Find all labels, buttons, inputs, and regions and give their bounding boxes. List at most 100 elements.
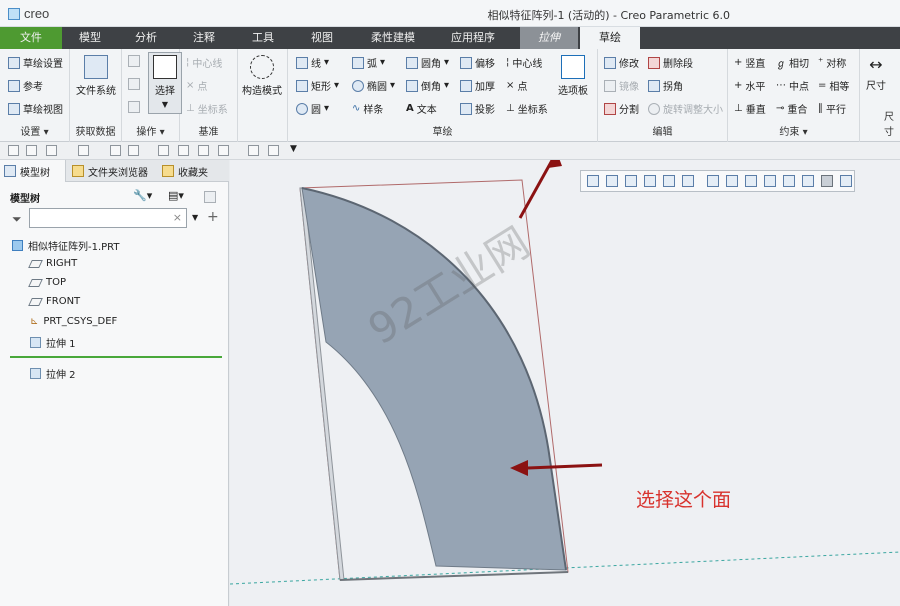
add-icon[interactable]: + [207,209,219,225]
sketch-centerline-button[interactable]: ¦ 中心线 [506,55,542,70]
project-button[interactable]: 投影 [460,101,495,116]
settings-icon[interactable] [248,145,259,156]
text-button[interactable]: A 文本 [406,101,437,116]
clear-search-icon[interactable]: × [173,211,182,224]
references-button[interactable]: 参考 [8,78,43,93]
tree-search-input[interactable]: × [29,208,187,228]
copy-icon[interactable] [128,78,140,90]
constraint-display-icon[interactable] [821,175,833,187]
sketch-coord-sys-button[interactable]: ⊥ 坐标系 [506,101,548,116]
filter-icon[interactable]: ⏷ [12,212,22,227]
offset-button[interactable]: 偏移 [460,55,495,70]
line-button[interactable]: 线 ▾ [296,55,329,70]
customize-qa-icon[interactable]: ▼ [290,144,297,154]
tree-item-extrude-2[interactable]: 拉伸 2 [30,366,76,381]
modify-button[interactable]: 修改 [604,55,639,70]
sketch-view-icon[interactable] [707,175,719,187]
circle-button[interactable]: 圆 ▾ [296,101,329,116]
datum-centerline-button[interactable]: ¦ 中心线 [186,55,222,70]
save-icon[interactable] [26,145,37,156]
horizontal-button[interactable]: + 水平 [734,78,765,93]
datum-point-button[interactable]: × 点 [186,78,207,93]
tree-columns-icon[interactable]: ▤▾ [168,189,184,202]
repaint-icon[interactable] [218,145,229,156]
tab-flexible-modeling[interactable]: 柔性建模 [352,27,434,49]
refit-icon[interactable] [587,175,599,187]
operations-group-label[interactable]: 操作 ▾ [122,123,179,138]
vertex-display-icon[interactable] [840,175,852,187]
zoom-out-icon[interactable] [625,175,637,187]
undo-icon[interactable] [46,145,57,156]
tab-tools[interactable]: 工具 [234,27,292,49]
saved-views-icon[interactable] [682,175,694,187]
regenerate-icon[interactable] [110,145,121,156]
spline-button[interactable]: ∿ 样条 [352,101,383,116]
paste-icon[interactable] [128,101,140,113]
ellipse-button[interactable]: 椭圆 ▾ [352,78,395,93]
search-dropdown-icon[interactable]: ▼ [192,213,198,222]
symmetric-button[interactable]: ⁺ 对称 [818,55,846,70]
tree-item-top[interactable]: TOP [28,277,66,288]
perspective-icon[interactable] [783,175,795,187]
construction-mode-button[interactable]: 构造模式 [242,55,282,97]
tree-filter-settings-icon[interactable] [204,191,216,203]
tree-item-csys[interactable]: ⊾ PRT_CSYS_DEF [30,316,117,327]
tab-folder-browser[interactable]: 文件夹浏览器 [68,160,156,182]
thicken-button[interactable]: 加厚 [460,78,495,93]
tab-analysis[interactable]: 分析 [118,27,174,49]
zoom-in-icon[interactable] [606,175,618,187]
sketch-view-button[interactable]: 草绘视图 [8,101,63,116]
graphics-area[interactable]: 92工业网 选择这个面 [230,160,900,606]
fillet-button[interactable]: 圆角 ▾ [406,55,449,70]
tangent-button[interactable]: ℊ 相切 [776,55,809,70]
corner-button[interactable]: 拐角 [648,78,683,93]
view-icon[interactable] [198,145,209,156]
close-window-icon[interactable] [158,145,169,156]
annotation-display-icon[interactable] [764,175,776,187]
cut-icon[interactable] [128,55,140,67]
dimension-button[interactable]: ↔ 尺寸 [866,55,886,92]
repaint-icon[interactable] [644,175,656,187]
tree-part-node[interactable]: 相似特征阵列-1.PRT [12,238,120,253]
tree-settings-icon[interactable]: 🔧▾ [133,189,152,202]
shading-icon[interactable] [663,175,675,187]
coincident-button[interactable]: ⊸ 重合 [776,101,807,116]
spin-center-icon[interactable] [745,175,757,187]
tree-item-extrude-1[interactable]: 拉伸 1 [30,335,76,350]
sketch-setup-button[interactable]: 草绘设置 [8,55,63,70]
perpendicular-button[interactable]: ⊥ 垂直 [734,101,766,116]
chamfer-button[interactable]: 倒角 ▾ [406,78,449,93]
select-button[interactable]: 选择 ▼ [148,52,182,114]
tree-item-front[interactable]: FRONT [28,296,80,307]
datum-coord-sys-button[interactable]: ⊥ 坐标系 [186,101,228,116]
tab-sketch[interactable]: 草绘 [580,27,640,49]
mirror-button[interactable]: 镜像 [604,78,639,93]
tab-model-tree[interactable]: 模型树 [0,160,66,182]
palette-button[interactable]: 选项板 [558,55,588,97]
tab-annotate[interactable]: 注释 [174,27,234,49]
tab-view[interactable]: 视图 [292,27,352,49]
tree-item-right[interactable]: RIGHT [28,258,77,269]
vertical-button[interactable]: + 竖直 [734,55,765,70]
tab-favorites[interactable]: 收藏夹 [158,160,226,182]
arc-button[interactable]: 弧 ▾ [352,55,385,70]
constrain-group-label[interactable]: 约束 ▾ [728,123,859,138]
equal-button[interactable]: = 相等 [818,78,849,93]
sketcher-display-icon[interactable] [802,175,814,187]
tab-file[interactable]: 文件 [0,27,62,49]
render-icon[interactable] [268,145,279,156]
tab-extrude[interactable]: 拉伸 [520,27,578,49]
delete-segment-button[interactable]: 删除段 [648,55,693,70]
dimension-qa-icon[interactable] [178,145,189,156]
parallel-button[interactable]: ∥ 平行 [818,101,846,116]
file-system-button[interactable]: 文件系统 [76,55,116,97]
redo-icon[interactable] [78,145,89,156]
rectangle-button[interactable]: 矩形 ▾ [296,78,339,93]
rotate-resize-button[interactable]: 旋转调整大小 [648,101,723,116]
new-icon[interactable] [8,145,19,156]
datum-display-icon[interactable] [726,175,738,187]
insert-indicator[interactable] [10,356,222,358]
tab-model[interactable]: 模型 [62,27,118,49]
midpoint-button[interactable]: ⋯ 中点 [776,78,809,93]
divide-button[interactable]: 分割 [604,101,639,116]
